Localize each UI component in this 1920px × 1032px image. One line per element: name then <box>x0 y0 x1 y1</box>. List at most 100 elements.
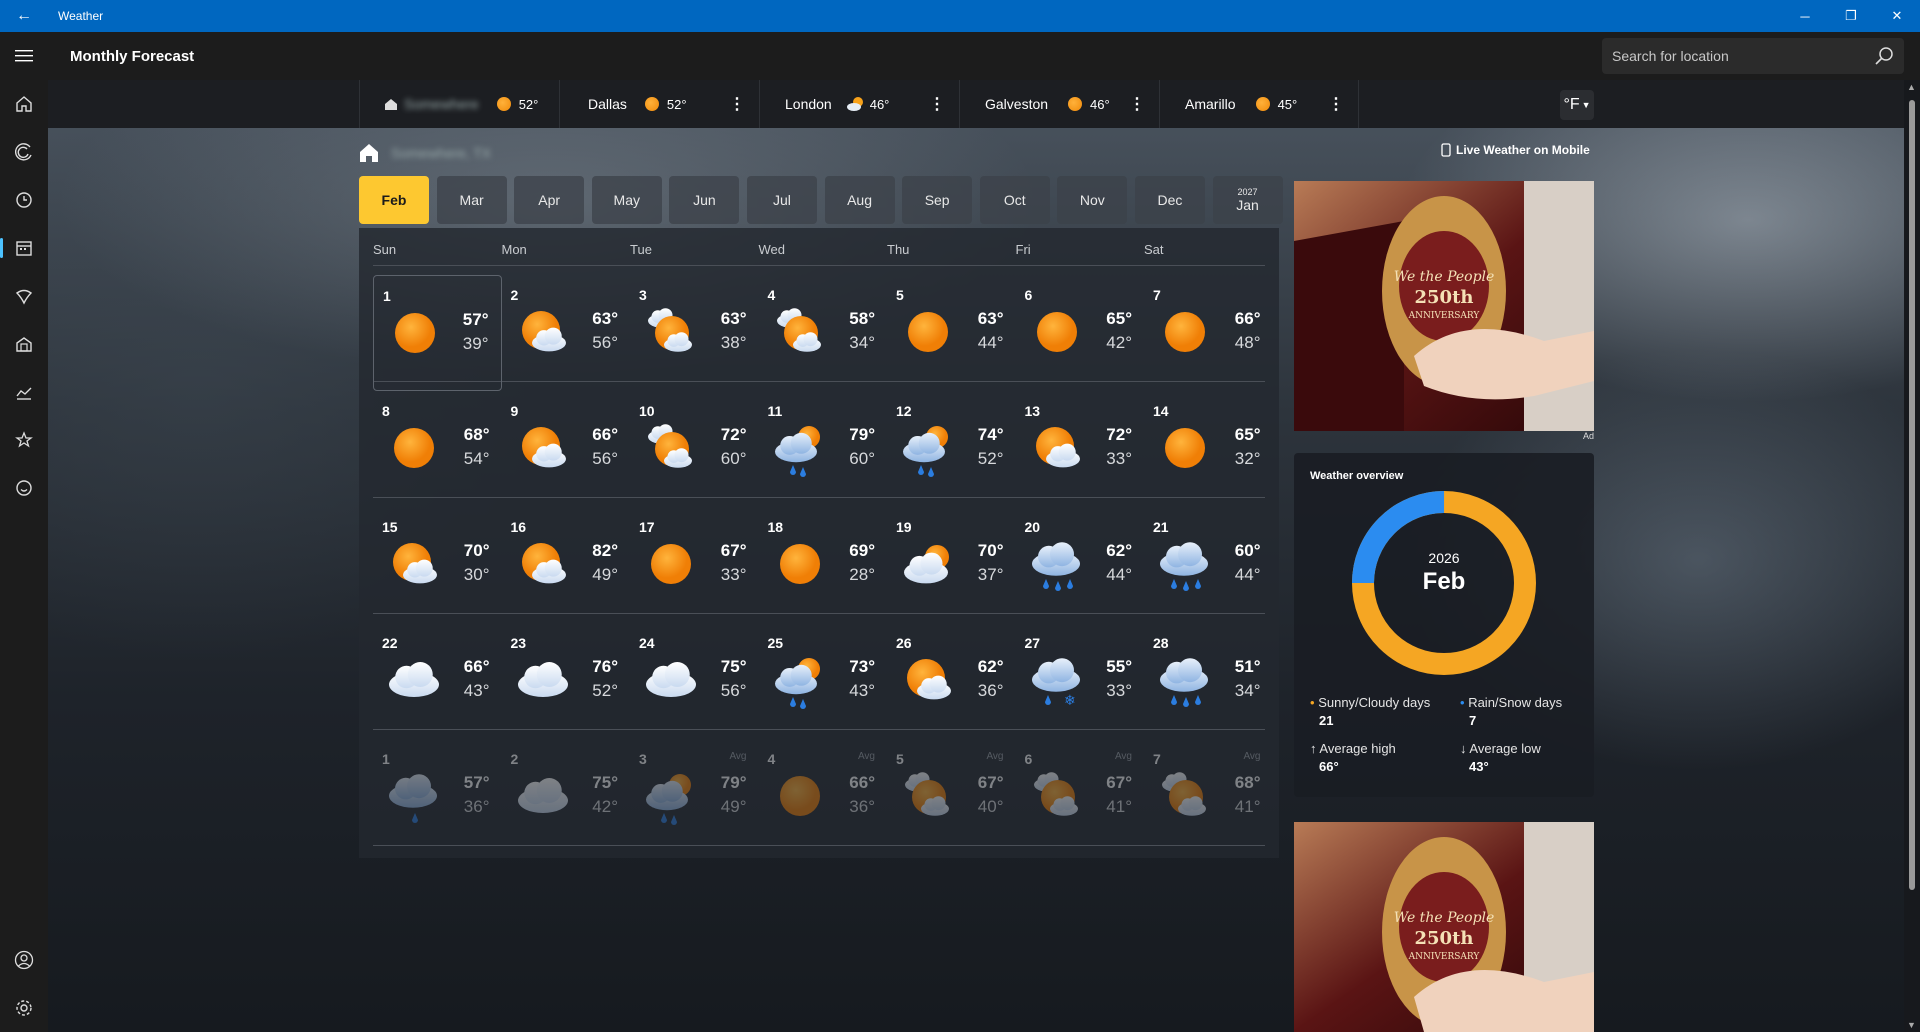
day-cell[interactable]: 3 63° 38° <box>630 275 759 391</box>
close-button[interactable]: ✕ <box>1874 0 1920 32</box>
low-temp: 38° <box>720 333 747 352</box>
day-cell[interactable]: 25 73° 43° <box>759 623 888 739</box>
day-cell[interactable]: 14 65° 32° <box>1144 391 1273 507</box>
day-cell[interactable]: 6 65° 42° <box>1016 275 1145 391</box>
scrollbar-thumb[interactable] <box>1909 100 1915 890</box>
nav-maps[interactable] <box>0 272 48 320</box>
tab-month-5[interactable]: Jul <box>746 176 817 224</box>
location-galveston[interactable]: Galveston 46° ⋮ <box>959 80 1159 128</box>
high-temp: 82° <box>592 541 618 560</box>
day-cell[interactable]: 6 Avg 67° 41° <box>1016 739 1145 855</box>
day-cell[interactable]: 19 70° 37° <box>887 507 1016 623</box>
location-amarillo[interactable]: Amarillo 45° ⋮ <box>1159 80 1359 128</box>
day-cell[interactable]: 18 69° 28° <box>759 507 888 623</box>
day-cell[interactable]: 1 57° 39° <box>373 275 502 391</box>
day-number: 6 <box>1024 287 1033 303</box>
day-cell[interactable]: 4 58° 34° <box>759 275 888 391</box>
location-temp: 52° <box>666 96 687 112</box>
day-cell[interactable]: 9 66° 56° <box>502 391 631 507</box>
more-options-icon[interactable]: ⋮ <box>1328 94 1344 114</box>
day-cell[interactable]: 1 57° 36° <box>373 739 502 855</box>
day-cell[interactable]: 2 63° 56° <box>502 275 631 391</box>
day-cell[interactable]: 22 66° 43° <box>373 623 502 739</box>
tab-month-11[interactable]: 2027 Jan <box>1212 176 1283 224</box>
nav-trends[interactable] <box>0 368 48 416</box>
overview-month: Feb <box>1422 568 1466 595</box>
day-cell[interactable]: 16 82° 49° <box>502 507 631 623</box>
nav-historical[interactable] <box>0 320 48 368</box>
location-london[interactable]: London 46° ⋮ <box>759 80 959 128</box>
nav-settings[interactable] <box>0 984 48 1032</box>
nav-favorites[interactable] <box>0 416 48 464</box>
day-cell[interactable]: 10 72° 60° <box>630 391 759 507</box>
day-number: 21 <box>1153 519 1169 535</box>
day-cell[interactable]: 7 66° 48° <box>1144 275 1273 391</box>
tab-month-3[interactable]: May <box>591 176 662 224</box>
day-cell[interactable]: 12 74° 52° <box>887 391 1016 507</box>
unit-dropdown[interactable]: °F ▼ <box>1560 90 1594 120</box>
main-content: Somewhere 52° Dallas 52° ⋮ London 46° ⋮ … <box>48 80 1920 1032</box>
chevron-down-icon: ▼ <box>1581 100 1591 110</box>
nav-account[interactable] <box>0 936 48 984</box>
tab-month-1[interactable]: Mar <box>436 176 507 224</box>
day-cell[interactable]: 23 76° 52° <box>502 623 631 739</box>
tab-month-8[interactable]: Oct <box>979 176 1050 224</box>
day-number: 15 <box>382 519 398 535</box>
tab-month-4[interactable]: Jun <box>669 176 740 224</box>
day-cell[interactable]: 8 68° 54° <box>373 391 502 507</box>
day-cell[interactable]: 15 70° 30° <box>373 507 502 623</box>
day-cell[interactable]: 3 Avg 79° 49° <box>630 739 759 855</box>
day-cell[interactable]: 27 ❄ 55° 33° <box>1016 623 1145 739</box>
high-temp: 63° <box>592 309 618 328</box>
location-dallas[interactable]: Dallas 52° ⋮ <box>559 80 759 128</box>
tab-month-6[interactable]: Aug <box>824 176 895 224</box>
maximize-button[interactable]: ❐ <box>1828 0 1874 32</box>
tab-year: 2027 <box>1237 187 1258 197</box>
day-cell[interactable]: 7 Avg 68° 41° <box>1144 739 1273 855</box>
day-cell[interactable]: 20 62° 44° <box>1016 507 1145 623</box>
search-input[interactable]: Search for location <box>1602 38 1904 74</box>
day-number: 18 <box>767 519 784 535</box>
location-home[interactable]: Somewhere 52° <box>359 80 559 128</box>
day-cell[interactable]: 26 62° 36° <box>887 623 1016 739</box>
nav-hourly[interactable] <box>0 176 48 224</box>
day-cell[interactable]: 28 51° 34° <box>1144 623 1273 739</box>
back-button[interactable]: ← <box>0 0 48 32</box>
day-cell[interactable]: 24 75° 56° <box>630 623 759 739</box>
scroll-up-icon[interactable]: ▲ <box>1907 82 1916 92</box>
more-options-icon[interactable]: ⋮ <box>929 94 945 114</box>
avg-low-stat: ↓ Average low 43° <box>1460 741 1541 774</box>
day-cell[interactable]: 13 72° 33° <box>1016 391 1145 507</box>
more-options-icon[interactable]: ⋮ <box>1129 94 1145 114</box>
tab-month-9[interactable]: Nov <box>1057 176 1128 224</box>
day-cell[interactable]: 4 Avg 66° 36° <box>759 739 888 855</box>
high-temp: 79° <box>720 773 747 792</box>
day-cell[interactable]: 5 Avg 67° 40° <box>887 739 1016 855</box>
tab-month-7[interactable]: Sep <box>902 176 973 224</box>
advertisement-top[interactable]: We the People 250th ANNIVERSARY <box>1294 181 1594 431</box>
live-weather-mobile-link[interactable]: Live Weather on Mobile <box>1441 143 1590 157</box>
tab-month-10[interactable]: Dec <box>1134 176 1205 224</box>
avg-high-stat: ↑ Average high 66° <box>1310 741 1396 774</box>
day-cell[interactable]: 5 63° 44° <box>887 275 1016 391</box>
search-icon[interactable] <box>1874 46 1894 66</box>
day-number: 3 <box>639 287 647 303</box>
tab-month-2[interactable]: Apr <box>514 176 585 224</box>
nav-home[interactable] <box>0 80 48 128</box>
nav-monthly[interactable] <box>0 224 48 272</box>
advertisement-bottom[interactable]: We the People 250th ANNIVERSARY <box>1294 822 1594 1032</box>
day-cell[interactable]: 11 79° 60° <box>759 391 888 507</box>
tab-month-0[interactable]: Feb <box>359 176 429 224</box>
weekday-header: Fri <box>1015 242 1031 257</box>
minimize-button[interactable]: ─ <box>1782 0 1828 32</box>
more-options-icon[interactable]: ⋮ <box>729 94 745 114</box>
nav-forecast[interactable] <box>0 128 48 176</box>
menu-button[interactable] <box>0 32 48 80</box>
nav-lifestyle[interactable] <box>0 464 48 512</box>
scroll-down-icon[interactable]: ▼ <box>1907 1020 1916 1030</box>
high-temp: 70° <box>463 541 490 560</box>
day-cell[interactable]: 17 67° 33° <box>630 507 759 623</box>
day-cell[interactable]: 2 75° 42° <box>502 739 631 855</box>
day-cell[interactable]: 21 60° 44° <box>1144 507 1273 623</box>
scrollbar[interactable]: ▲ ▼ <box>1904 80 1920 1032</box>
